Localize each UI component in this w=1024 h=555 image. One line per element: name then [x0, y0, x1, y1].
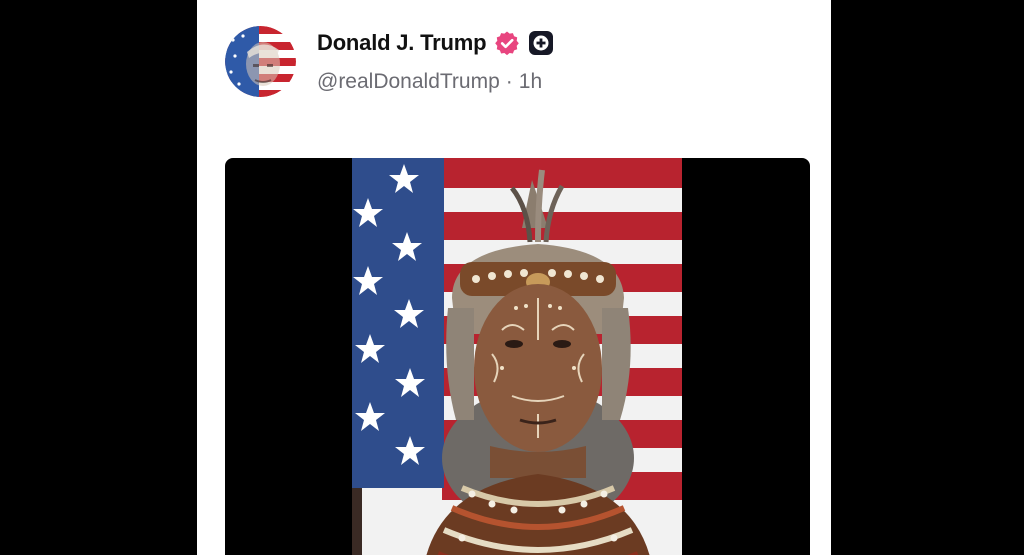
author-handle-row: @realDonaldTrump · 1h: [317, 70, 542, 94]
post-timestamp[interactable]: 1h: [519, 70, 542, 93]
flag-portrait-avatar-icon: [225, 26, 296, 97]
verified-badge-icon: [494, 30, 520, 56]
author-display-name[interactable]: Donald J. Trump: [317, 30, 487, 56]
plus-badge-icon: [528, 30, 554, 56]
meta-separator: ·: [505, 70, 513, 93]
post-header: Donald J. Trump @realDonaldTrump · 1h: [225, 26, 805, 98]
post-card: Donald J. Trump @realDonaldTrump · 1h: [197, 0, 831, 555]
screen: Donald J. Trump @realDonaldTrump · 1h: [0, 0, 1024, 555]
media-image: [352, 158, 682, 555]
author-avatar[interactable]: [225, 26, 296, 97]
post-media[interactable]: [225, 158, 810, 555]
author-handle[interactable]: @realDonaldTrump: [317, 70, 500, 93]
portrait-with-flag-image: [352, 158, 682, 555]
author-name-row: Donald J. Trump: [317, 28, 554, 58]
